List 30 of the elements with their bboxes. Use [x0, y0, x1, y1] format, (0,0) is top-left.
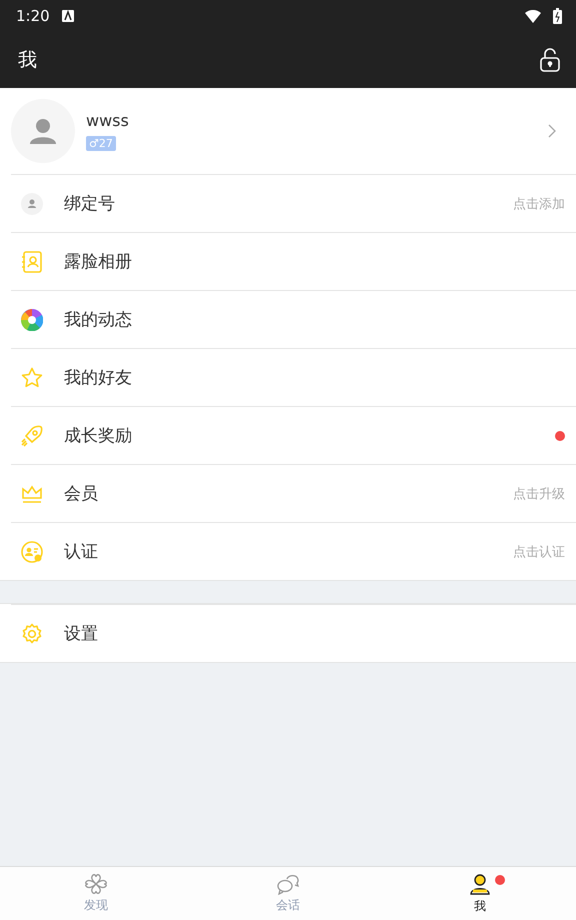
id-badge-icon: [21, 540, 43, 562]
page-title: 我: [18, 48, 37, 73]
hint-text: 点击升级: [513, 486, 565, 502]
rocket-icon: [21, 424, 43, 446]
aperture-icon: [21, 308, 43, 330]
clover-icon: [84, 873, 108, 895]
menu-item[interactable]: 认证 点击认证: [11, 522, 576, 580]
chat-bubbles-icon: [276, 873, 300, 895]
hint-text: 点击认证: [513, 544, 565, 560]
settings-icon: [21, 622, 43, 644]
contact-card-icon: [21, 250, 43, 272]
menu-item[interactable]: 绑定号 点击添加: [11, 174, 576, 232]
menu-item[interactable]: 会员 点击升级: [11, 464, 576, 522]
wifi-icon: [525, 10, 541, 22]
star-icon: [21, 366, 43, 388]
menu-item[interactable]: 我的好友: [11, 348, 576, 406]
user-name: wwss: [86, 111, 130, 130]
chevron-right-icon[interactable]: [548, 124, 556, 138]
menu-item[interactable]: 露脸相册: [11, 232, 576, 290]
hint-text: 点击添加: [513, 196, 565, 212]
battery-icon: [553, 8, 562, 24]
person-icon: [468, 872, 492, 896]
menu-item[interactable]: 我的动态: [11, 290, 576, 348]
tab[interactable]: 我: [384, 867, 576, 920]
gender-age-badge: ♂27: [86, 136, 116, 151]
person-icon: [21, 192, 43, 214]
unlock-icon[interactable]: [540, 48, 560, 72]
menu-item[interactable]: 成长奖励: [11, 406, 576, 464]
status-time: 1:20: [16, 7, 50, 25]
app-notification-icon: [62, 10, 74, 22]
